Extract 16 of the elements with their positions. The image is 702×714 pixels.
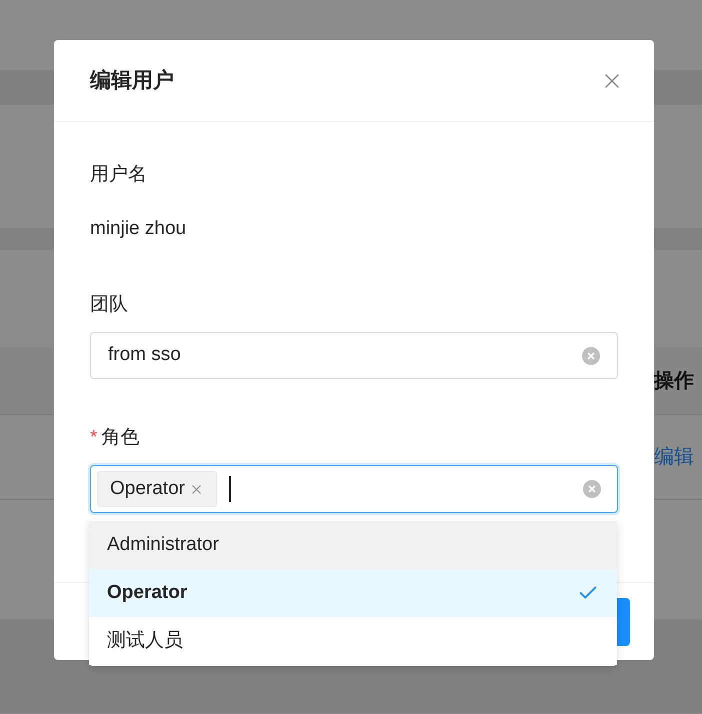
- clear-icon[interactable]: [582, 346, 600, 364]
- field-label: 角色: [101, 426, 140, 450]
- clear-icon[interactable]: [583, 480, 601, 498]
- required-mark: *: [90, 426, 98, 450]
- role-option[interactable]: Operator: [89, 569, 617, 617]
- team-select[interactable]: from sso: [90, 332, 618, 379]
- field-label: 团队: [90, 292, 128, 317]
- column-header: 操作: [654, 368, 694, 394]
- role-option[interactable]: Administrator: [89, 521, 617, 569]
- text-cursor: [228, 476, 231, 502]
- field-label: 用户名: [90, 162, 147, 187]
- role-option[interactable]: 测试人员: [89, 617, 617, 665]
- dialog-title: 编辑用户: [90, 68, 174, 94]
- tag-label: Operator: [110, 476, 185, 501]
- field-value: minjie zhou: [90, 217, 188, 241]
- role-select[interactable]: Operator: [90, 465, 618, 513]
